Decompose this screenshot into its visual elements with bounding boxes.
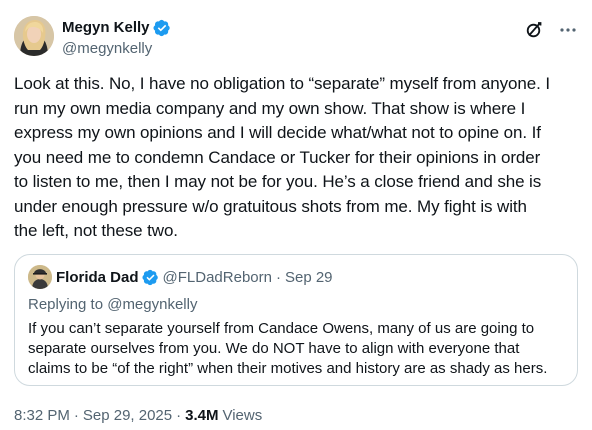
post-date[interactable]: Sep 29, 2025 xyxy=(83,407,172,424)
quoted-verified-badge-icon[interactable] xyxy=(141,269,159,286)
quoted-tweet-text: If you can’t separate yourself from Cand… xyxy=(28,320,548,377)
quoted-author-display-name[interactable]: Florida Dad xyxy=(56,269,139,286)
tweet-text: Look at this. No, I have no obligation t… xyxy=(14,74,550,240)
replying-to-label: Replying to @megynkelly xyxy=(28,296,198,313)
views-label: Views xyxy=(222,407,263,424)
verified-badge-icon[interactable] xyxy=(153,19,171,37)
author-avatar[interactable] xyxy=(14,16,54,56)
quoted-date[interactable]: Sep 29 xyxy=(285,269,333,286)
views-count[interactable]: 3.4M xyxy=(185,407,218,424)
grok-icon[interactable] xyxy=(524,20,544,40)
quoted-separator: · xyxy=(275,268,281,286)
quoted-author-avatar[interactable] xyxy=(28,265,52,289)
post-time[interactable]: 8:32 PM xyxy=(14,407,70,424)
author-name-block: Megyn Kelly @megynkelly xyxy=(62,18,171,59)
tweet-meta: 8:32 PM · Sep 29, 2025 · 3.4M Views xyxy=(14,407,262,424)
tweet-header: Megyn Kelly @megynkelly xyxy=(14,16,578,60)
meta-separator-2: · xyxy=(176,407,182,424)
quoted-author-handle[interactable]: @FLDadReborn xyxy=(163,269,272,286)
meta-separator: · xyxy=(73,407,79,424)
author-handle[interactable]: @megynkelly xyxy=(62,39,171,59)
quoted-tweet-header: Florida Dad @FLDadReborn · Sep 29 xyxy=(28,265,333,289)
author-display-name[interactable]: Megyn Kelly xyxy=(62,18,150,38)
more-icon[interactable] xyxy=(558,20,578,40)
header-actions xyxy=(524,20,578,40)
quoted-tweet[interactable]: Florida Dad @FLDadReborn · Sep 29 Replyi… xyxy=(14,254,578,386)
